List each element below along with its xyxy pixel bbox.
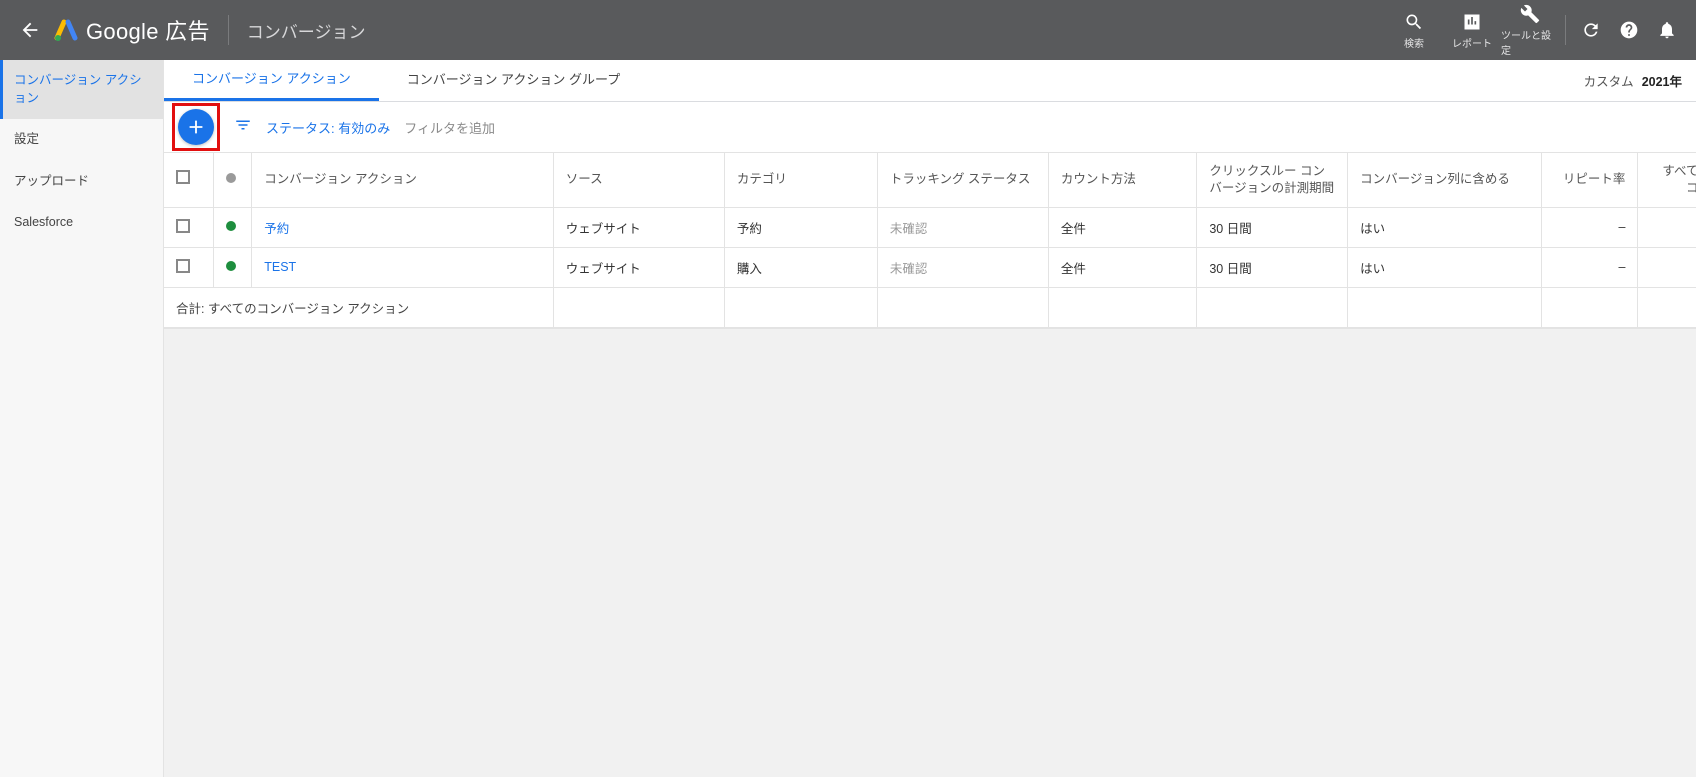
col-status[interactable] xyxy=(214,153,252,207)
tool-search[interactable]: 検索 xyxy=(1385,11,1443,50)
tab-conversion-action-groups[interactable]: コンバージョン アクション グループ xyxy=(379,60,649,101)
plus-icon xyxy=(185,116,207,138)
help-icon xyxy=(1619,20,1639,40)
empty-area xyxy=(164,328,1696,777)
col-tracking[interactable]: トラッキング ステータス xyxy=(877,153,1048,207)
tabs-bar: コンバージョン アクション コンバージョン アクション グループ カスタム 20… xyxy=(164,60,1696,102)
totals-label: 合計: すべてのコンバージョン アクション xyxy=(164,287,553,327)
brand-ads: 広告 xyxy=(165,19,210,44)
row-checkbox[interactable] xyxy=(176,259,190,273)
date-range-picker[interactable]: カスタム 2021年 xyxy=(1570,60,1696,101)
select-all-checkbox[interactable] xyxy=(176,170,190,184)
status-dot-icon xyxy=(226,261,236,271)
tool-reports[interactable]: レポート xyxy=(1443,11,1501,50)
arrow-left-icon xyxy=(19,19,41,41)
brand-text: Google 広告 xyxy=(86,14,210,46)
app-header: Google 広告 コンバージョン 検索 レポート ツールと設定 xyxy=(0,0,1696,60)
page-title: コンバージョン xyxy=(247,18,366,43)
cell-source: ウェブサイト xyxy=(553,207,724,247)
notifications-button[interactable] xyxy=(1648,20,1686,40)
col-checkbox xyxy=(164,153,214,207)
wrench-icon xyxy=(1520,3,1540,25)
totals-row: 合計: すべてのコンバージョン アクション xyxy=(164,287,1696,327)
filter-row: ステータス: 有効のみ フィルタを追加 xyxy=(164,102,1696,152)
action-name-link[interactable]: 予約 xyxy=(252,207,554,247)
cell-include: はい xyxy=(1348,247,1542,287)
cell-allconv xyxy=(1638,247,1696,287)
col-include[interactable]: コンバージョン列に含める xyxy=(1348,153,1542,207)
cell-tracking: 未確認 xyxy=(877,247,1048,287)
table-header-row: コンバージョン アクション ソース カテゴリ トラッキング ステータス カウント… xyxy=(164,153,1696,207)
table-row: 予約 ウェブサイト 予約 未確認 全件 30 日間 はい – xyxy=(164,207,1696,247)
col-window[interactable]: クリックスルー コンバージョンの計測期間 xyxy=(1197,153,1348,207)
tool-reports-label: レポート xyxy=(1452,35,1492,50)
cell-repeat: – xyxy=(1541,247,1638,287)
help-button[interactable] xyxy=(1610,20,1648,40)
tool-search-label: 検索 xyxy=(1404,35,1424,50)
status-dot-icon xyxy=(226,221,236,231)
tool-tools-label: ツールと設定 xyxy=(1501,27,1559,57)
search-icon xyxy=(1404,11,1424,33)
cell-category: 予約 xyxy=(724,207,877,247)
row-checkbox[interactable] xyxy=(176,219,190,233)
table-row: TEST ウェブサイト 購入 未確認 全件 30 日間 はい – xyxy=(164,247,1696,287)
tab-conversion-actions[interactable]: コンバージョン アクション xyxy=(164,60,379,101)
col-source[interactable]: ソース xyxy=(553,153,724,207)
bar-chart-icon xyxy=(1462,11,1482,33)
bell-icon xyxy=(1657,20,1677,40)
nav-item-settings[interactable]: 設定 xyxy=(0,119,163,161)
brand: Google 広告 xyxy=(54,14,210,46)
add-filter-button[interactable]: フィルタを追加 xyxy=(404,118,495,137)
refresh-icon xyxy=(1581,20,1601,40)
nav-item-conversion-actions[interactable]: コンバージョン アクション xyxy=(0,60,163,119)
col-allconv[interactable]: すべてのコン xyxy=(1638,153,1696,207)
col-category[interactable]: カテゴリ xyxy=(724,153,877,207)
add-conversion-action-button[interactable] xyxy=(178,109,214,145)
col-repeat[interactable]: リピート率 xyxy=(1541,153,1638,207)
cell-count: 全件 xyxy=(1048,207,1197,247)
col-action[interactable]: コンバージョン アクション xyxy=(252,153,554,207)
header-divider-2 xyxy=(1565,15,1566,45)
cell-window: 30 日間 xyxy=(1197,207,1348,247)
google-ads-logo-icon xyxy=(54,18,78,42)
cell-include: はい xyxy=(1348,207,1542,247)
col-count[interactable]: カウント方法 xyxy=(1048,153,1197,207)
action-name-link[interactable]: TEST xyxy=(252,247,554,287)
cell-window: 30 日間 xyxy=(1197,247,1348,287)
cell-category: 購入 xyxy=(724,247,877,287)
cell-count: 全件 xyxy=(1048,247,1197,287)
filter-chip-status[interactable]: ステータス: 有効のみ xyxy=(266,118,390,137)
back-button[interactable] xyxy=(10,19,50,41)
add-button-highlight xyxy=(172,103,220,151)
cell-tracking: 未確認 xyxy=(877,207,1048,247)
status-header-dot-icon xyxy=(226,173,236,183)
cell-allconv xyxy=(1638,207,1696,247)
cell-repeat: – xyxy=(1541,207,1638,247)
date-range-value: 2021年 xyxy=(1642,71,1682,90)
date-range-label: カスタム xyxy=(1584,71,1634,90)
main-area: コンバージョン アクション コンバージョン アクション グループ カスタム 20… xyxy=(164,60,1696,777)
filter-icon[interactable] xyxy=(234,116,252,139)
conversion-actions-table: コンバージョン アクション ソース カテゴリ トラッキング ステータス カウント… xyxy=(164,152,1696,328)
refresh-button[interactable] xyxy=(1572,20,1610,40)
left-nav: コンバージョン アクション 設定 アップロード Salesforce xyxy=(0,60,164,777)
nav-item-uploads[interactable]: アップロード xyxy=(0,161,163,203)
tool-tools[interactable]: ツールと設定 xyxy=(1501,3,1559,57)
brand-google: Google xyxy=(86,19,159,44)
nav-item-salesforce[interactable]: Salesforce xyxy=(0,202,163,244)
header-divider xyxy=(228,15,229,45)
cell-source: ウェブサイト xyxy=(553,247,724,287)
